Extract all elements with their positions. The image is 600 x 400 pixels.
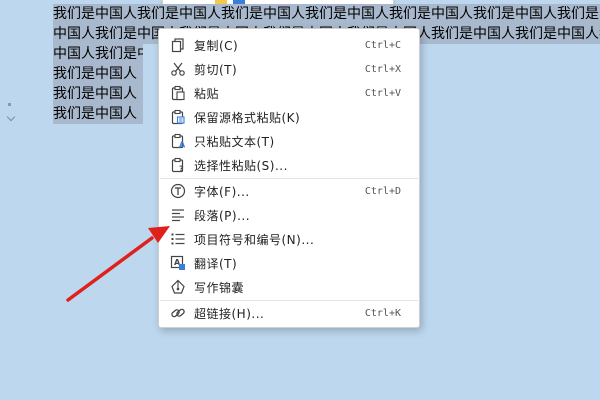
collapse-chevron-icon[interactable] — [6, 112, 16, 122]
menu-item-paste[interactable]: 粘贴 Ctrl+V — [160, 81, 418, 105]
menu-item-label: 段落(P)... — [194, 208, 251, 223]
doc-line[interactable]: 我们是中国人 — [53, 104, 143, 124]
doc-line[interactable]: 我们是中国人 — [53, 64, 143, 84]
menu-item-label: 写作锦囊 — [194, 280, 245, 295]
menu-item-label: 复制(C) — [194, 38, 239, 53]
menu-item-paste-text-only[interactable]: A 只粘贴文本(T) — [160, 129, 418, 153]
menu-item-label: 剪切(T) — [194, 62, 238, 77]
margin-marker-icon — [8, 103, 11, 106]
menu-item-cut[interactable]: 剪切(T) Ctrl+X — [160, 57, 418, 81]
menu-item-writing-tips[interactable]: 写作锦囊 — [160, 275, 418, 299]
menu-item-label: 翻译(T) — [194, 256, 238, 271]
menu-item-translate[interactable]: A 翻译(T) — [160, 251, 418, 275]
menu-item-label: 选择性粘贴(S)... — [194, 158, 288, 173]
menu-item-label: 字体(F)... — [194, 184, 250, 199]
doc-line[interactable]: 我们是中国人我们是中国人我们是中国人我们是中国人我们是中国人我们是中国人我们是中 — [53, 4, 600, 24]
menu-item-shortcut: Ctrl+X — [364, 63, 401, 75]
scissors-icon — [171, 62, 185, 76]
svg-text:A: A — [179, 141, 186, 150]
menu-item-shortcut: Ctrl+C — [364, 39, 401, 51]
menu-item-label: 只粘贴文本(T) — [194, 134, 275, 149]
menu-item-shortcut: Ctrl+K — [364, 307, 401, 319]
menu-item-label: 项目符号和编号(N)... — [194, 232, 315, 247]
paste-keep-format-icon — [171, 109, 185, 125]
context-menu: 复制(C) Ctrl+C 剪切(T) Ctrl+X 粘贴 Ctrl+V 保留源格… — [158, 28, 420, 328]
copy-icon — [171, 38, 184, 53]
menu-item-font[interactable]: 字体(F)... Ctrl+D — [160, 179, 418, 203]
menu-item-label: 超链接(H)... — [194, 306, 265, 321]
menu-item-label: 粘贴 — [194, 86, 220, 101]
font-icon — [170, 183, 186, 199]
paste-text-only-icon: A — [171, 133, 186, 150]
paste-special-icon: ? — [171, 157, 184, 174]
menu-item-shortcut: Ctrl+V — [364, 87, 401, 99]
doc-line[interactable]: 我们是中国人 — [53, 84, 143, 104]
menu-item-copy[interactable]: 复制(C) Ctrl+C — [160, 33, 418, 57]
menu-item-paste-keep-format[interactable]: 保留源格式粘贴(K) — [160, 105, 418, 129]
menu-item-paste-special[interactable]: ? 选择性粘贴(S)... — [160, 153, 418, 177]
doc-line[interactable]: 中国人我们是中国人 — [53, 44, 143, 64]
menu-item-shortcut: Ctrl+D — [364, 185, 401, 197]
menu-item-label: 保留源格式粘贴(K) — [194, 110, 301, 125]
menu-item-paragraph[interactable]: 段落(P)... — [160, 203, 418, 227]
menu-item-hyperlink[interactable]: 超链接(H)... Ctrl+K — [160, 301, 418, 325]
bullets-numbering-icon — [171, 233, 185, 245]
hyperlink-icon — [171, 308, 185, 318]
menu-item-bullets-numbering[interactable]: 项目符号和编号(N)... — [160, 227, 418, 251]
paragraph-icon — [172, 209, 184, 222]
translate-icon: A — [170, 255, 185, 270]
writing-tips-icon — [171, 279, 185, 294]
paste-icon — [171, 85, 185, 101]
svg-text:?: ? — [179, 165, 184, 174]
